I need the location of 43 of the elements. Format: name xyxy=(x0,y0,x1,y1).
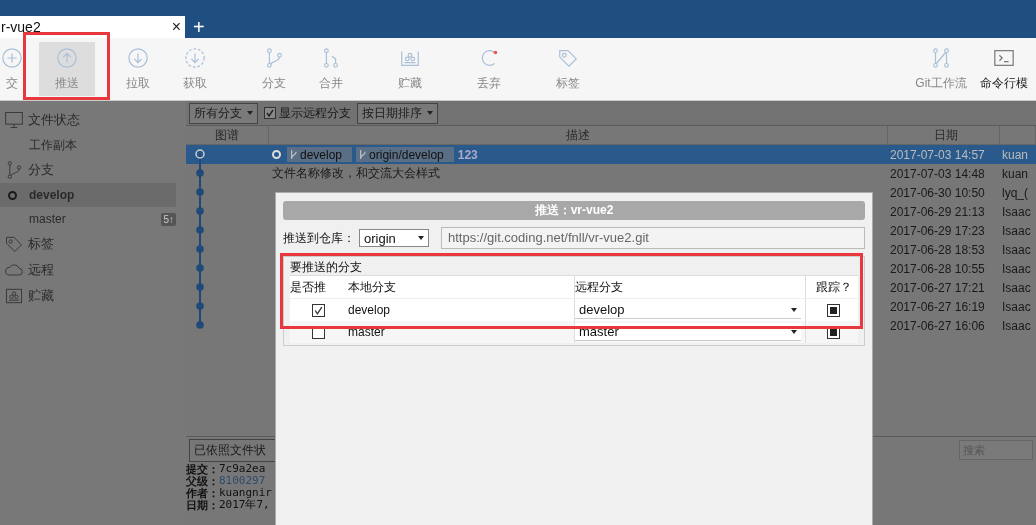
commit-author: Isaac xyxy=(1001,299,1032,314)
commit-author: kuan xyxy=(1001,147,1030,162)
dialog-title: 推送：vr-vue2 xyxy=(283,201,865,220)
commit-author: Isaac xyxy=(1001,318,1032,333)
commit-message: 文件名称修改，和交流大会样式 xyxy=(272,165,440,182)
detail-label: 作者： xyxy=(186,487,219,499)
branch-label: master xyxy=(29,212,67,226)
branch-ref-tag: origin/develop xyxy=(356,147,454,162)
detail-label: 父级： xyxy=(186,475,219,487)
commit-date: 2017-06-27 16:19 xyxy=(889,299,986,314)
commit-author: lyq_( xyxy=(1001,185,1029,200)
detail-label: 提交： xyxy=(186,463,219,475)
commit-date: 2017-06-28 18:53 xyxy=(889,242,986,257)
tab-title: r-vue2 xyxy=(1,19,41,35)
commit-date: 2017-06-27 17:21 xyxy=(889,280,986,295)
commit-date: 2017-07-03 14:48 xyxy=(889,166,986,181)
commit-date: 2017-07-03 14:57 xyxy=(889,147,986,162)
commit-date: 2017-06-29 17:23 xyxy=(889,223,986,238)
commit-date: 2017-06-29 21:13 xyxy=(889,204,986,219)
branch-label: develop xyxy=(29,188,76,202)
detail-value: kuangnir xyxy=(219,487,272,499)
detail-value: 2017年7, xyxy=(219,499,270,511)
commit-date: 2017-06-28 10:55 xyxy=(889,261,986,276)
column-header: 本地分支 xyxy=(347,278,397,296)
ahead-count: 5↑ xyxy=(161,212,176,226)
branch-ref-tag: develop xyxy=(287,147,353,162)
remote-url-field: https://git.coding.net/fnll/vr-vue2.git xyxy=(441,227,865,249)
commit-date: 2017-06-27 16:06 xyxy=(889,318,986,333)
commit-author: Isaac xyxy=(1001,261,1032,276)
detail-value: 7c9a2ea xyxy=(219,463,266,475)
commit-message: 123 xyxy=(457,147,478,162)
local-branch-name: develop xyxy=(347,303,392,317)
local-branch-name: master xyxy=(347,325,386,339)
detail-label: 日期： xyxy=(186,499,219,511)
commit-author: Isaac xyxy=(1001,242,1032,257)
commit-author: Isaac xyxy=(1001,204,1032,219)
repo-label: 推送到仓库： xyxy=(283,229,355,247)
commit-author: kuan xyxy=(1001,166,1030,181)
commit-date: 2017-06-30 10:50 xyxy=(889,185,986,200)
commit-author: Isaac xyxy=(1001,280,1032,295)
commit-author: Isaac xyxy=(1001,223,1032,238)
branch-label: 工作副本 xyxy=(29,136,78,154)
column-header: 是否推 xyxy=(290,278,327,296)
